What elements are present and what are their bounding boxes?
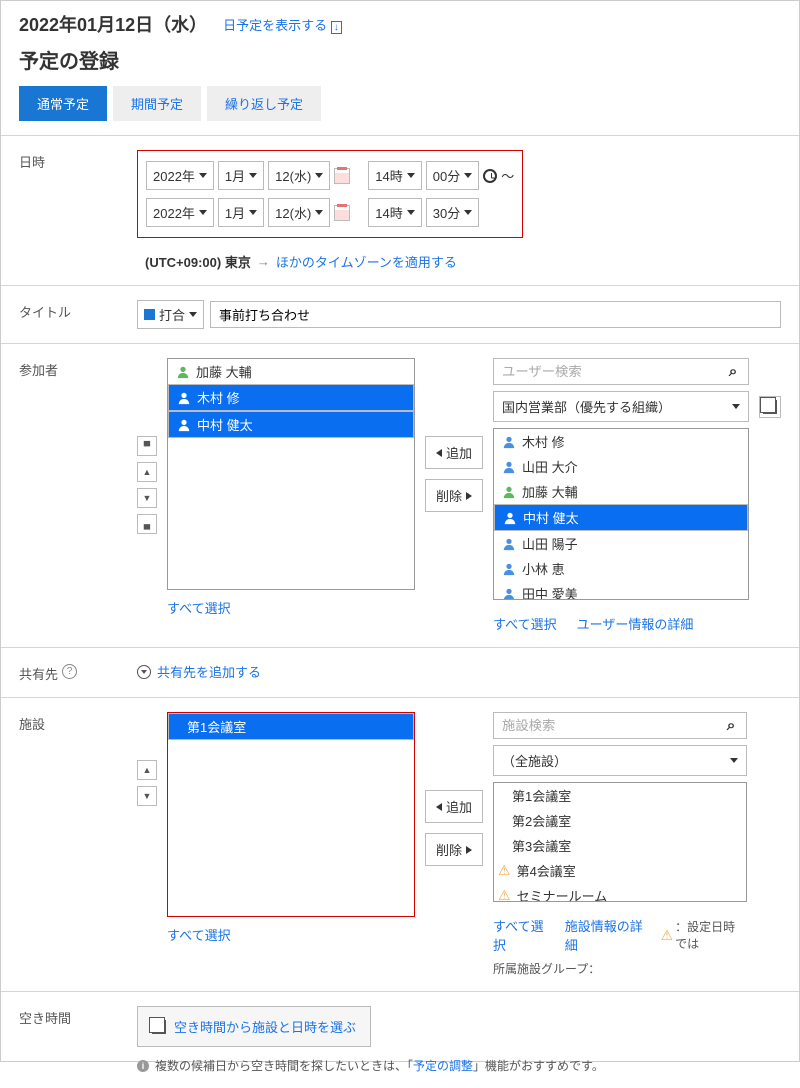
arrow-icon: → — [257, 254, 270, 269]
info-icon: i — [137, 1060, 149, 1072]
tab-period[interactable]: 期間予定 — [113, 86, 201, 121]
end-hour-select[interactable]: 14時 — [368, 198, 421, 227]
person-icon — [502, 562, 516, 576]
move-bottom-button[interactable]: ▄ — [137, 514, 157, 534]
label-facility: 施設 — [19, 712, 137, 977]
list-item[interactable]: 中村 健太 — [494, 504, 748, 531]
person-icon — [502, 485, 516, 499]
person-icon — [176, 365, 190, 379]
list-item[interactable]: 木村 修 — [168, 384, 414, 411]
timezone-label: (UTC+09:00) 東京 — [145, 252, 251, 271]
move-up-button[interactable]: ▲ — [137, 462, 157, 482]
candidate-users-list[interactable]: 木村 修 山田 大介 加藤 大輔 中村 健太 山田 陽子 小林 恵 田中 愛美 — [493, 428, 749, 600]
list-item[interactable]: 山田 陽子 — [494, 531, 748, 556]
label-participants: 参加者 — [19, 358, 137, 633]
user-search-input[interactable] — [494, 359, 718, 384]
person-icon — [502, 537, 516, 551]
move-up-button[interactable]: ▲ — [137, 760, 157, 780]
selected-participants-list[interactable]: 加藤 大輔 木村 修 中村 健太 — [167, 358, 415, 590]
tab-repeat[interactable]: 繰り返し予定 — [207, 86, 321, 121]
day-schedule-link[interactable]: 日予定を表示する — [223, 18, 327, 33]
start-hour-select[interactable]: 14時 — [368, 161, 421, 190]
search-icon[interactable]: ⌕ — [716, 717, 746, 734]
list-item[interactable]: 第3会議室 — [494, 833, 746, 858]
end-min-select[interactable]: 30分 — [426, 198, 479, 227]
select-all-link[interactable]: すべて選択 — [493, 614, 557, 633]
warning-icon: ⚠ — [498, 862, 511, 879]
facility-group-select[interactable]: （全施設） — [493, 745, 747, 776]
tab-normal[interactable]: 通常予定 — [19, 86, 107, 121]
remove-button[interactable]: 削除 — [425, 479, 483, 512]
label-availability: 空き時間 — [19, 1006, 137, 1074]
list-item[interactable]: 第2会議室 — [494, 808, 746, 833]
end-month-select[interactable]: 1月 — [218, 198, 264, 227]
list-item[interactable]: 加藤 大輔 — [494, 479, 748, 504]
end-year-select[interactable]: 2022年 — [146, 198, 214, 227]
start-min-select[interactable]: 00分 — [426, 161, 479, 190]
chevron-down-icon — [137, 665, 151, 679]
facility-group-label: 所属施設グループ： — [493, 960, 747, 977]
select-all-link[interactable]: すべて選択 — [167, 598, 231, 617]
label-title: タイトル — [19, 300, 137, 329]
candidate-facilities-list[interactable]: 第1会議室 第2会議室 第3会議室 ⚠第4会議室 ⚠セミナールーム — [493, 782, 747, 902]
schedule-adjust-link[interactable]: 予定の調整 — [413, 1059, 473, 1073]
user-detail-link[interactable]: ユーザー情報の詳細 — [577, 614, 694, 633]
selected-facilities-list[interactable]: 第1会議室 — [167, 712, 415, 917]
org-select[interactable]: 国内営業部（優先する組織） — [493, 391, 749, 422]
popup-icon — [152, 1020, 166, 1034]
facility-detail-link[interactable]: 施設情報の詳細 — [565, 916, 645, 954]
calendar-icon[interactable] — [334, 168, 350, 184]
clock-icon — [483, 169, 497, 183]
list-item[interactable]: 第1会議室 — [494, 783, 746, 808]
select-all-link[interactable]: すべて選択 — [167, 925, 231, 944]
move-down-button[interactable]: ▼ — [137, 786, 157, 806]
title-input[interactable] — [210, 301, 781, 328]
person-icon — [177, 391, 191, 405]
list-item[interactable]: 加藤 大輔 — [168, 359, 414, 384]
search-icon[interactable]: ⌕ — [718, 363, 748, 380]
start-day-select[interactable]: 12(水) — [268, 161, 330, 190]
timezone-link[interactable]: ほかのタイムゾーンを適用する — [276, 252, 457, 271]
add-share-link[interactable]: 共有先を追加する — [137, 662, 781, 681]
person-icon — [502, 435, 516, 449]
list-item[interactable]: ⚠セミナールーム — [494, 883, 746, 902]
current-date: 2022年01月12日（水） — [19, 11, 207, 37]
person-icon — [503, 511, 517, 525]
person-icon — [502, 587, 516, 601]
list-item[interactable]: 第1会議室 — [168, 713, 414, 740]
category-color-icon — [144, 309, 155, 320]
external-org-icon[interactable] — [759, 396, 781, 418]
add-button[interactable]: 追加 — [425, 790, 483, 823]
list-item[interactable]: 木村 修 — [494, 429, 748, 454]
start-month-select[interactable]: 1月 — [218, 161, 264, 190]
availability-button[interactable]: 空き時間から施設と日時を選ぶ — [137, 1006, 371, 1047]
facility-search-input[interactable] — [494, 713, 716, 738]
list-item[interactable]: 中村 健太 — [168, 411, 414, 438]
end-day-select[interactable]: 12(水) — [268, 198, 330, 227]
add-button[interactable]: 追加 — [425, 436, 483, 469]
warning-icon: ⚠ — [661, 927, 674, 944]
move-top-button[interactable]: ▀ — [137, 436, 157, 456]
help-icon[interactable]: ? — [62, 664, 77, 679]
select-all-link[interactable]: すべて選択 — [493, 916, 549, 954]
label-datetime: 日時 — [19, 150, 137, 271]
download-icon[interactable]: ↓ — [331, 21, 342, 34]
label-share: 共有先 — [19, 664, 58, 683]
start-year-select[interactable]: 2022年 — [146, 161, 214, 190]
calendar-icon[interactable] — [334, 205, 350, 221]
warning-note: ：設定日時では — [675, 918, 747, 952]
list-item[interactable]: 山田 大介 — [494, 454, 748, 479]
range-tilde: 〜 — [501, 166, 514, 185]
person-icon — [177, 418, 191, 432]
warning-icon: ⚠ — [498, 887, 511, 902]
move-down-button[interactable]: ▼ — [137, 488, 157, 508]
remove-button[interactable]: 削除 — [425, 833, 483, 866]
list-item[interactable]: 小林 恵 — [494, 556, 748, 581]
availability-hint: 複数の候補日から空き時間を探したいときは、「予定の調整」機能がおすすめです。 — [155, 1057, 604, 1074]
title-category-select[interactable]: 打合 — [137, 300, 204, 329]
list-item[interactable]: ⚠第4会議室 — [494, 858, 746, 883]
person-icon — [502, 460, 516, 474]
list-item[interactable]: 田中 愛美 — [494, 581, 748, 600]
page-title: 予定の登録 — [1, 41, 799, 86]
